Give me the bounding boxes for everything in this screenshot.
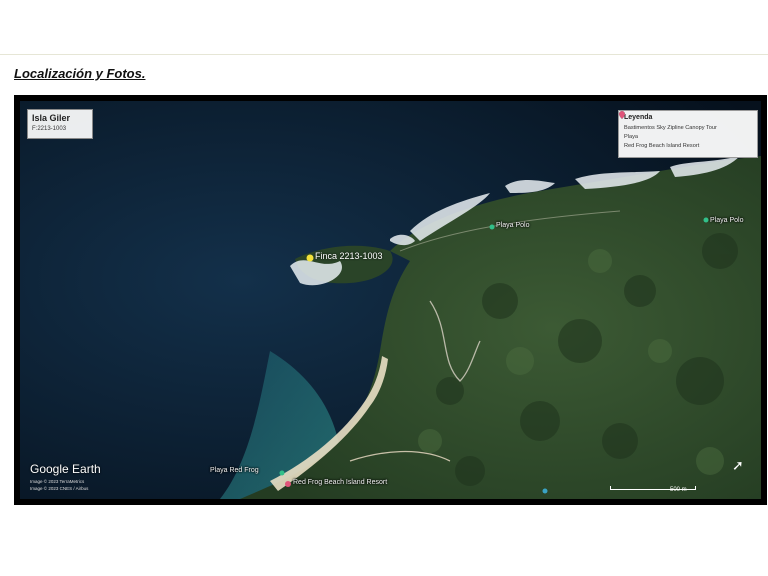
- finca-marker[interactable]: [306, 254, 314, 262]
- google-earth-logo: Google Earth: [30, 462, 101, 476]
- legend-item: Playa: [619, 111, 752, 141]
- scale-label: 500 m: [670, 487, 687, 493]
- legend-label: Bastimentos Sky Zipline Canopy Tour: [624, 124, 717, 131]
- playa-polo-marker-1[interactable]: [489, 224, 495, 230]
- legend-label: Playa: [624, 133, 638, 140]
- header-divider: [0, 54, 768, 55]
- satellite-map[interactable]: Isla Giler F:2213-1003 Leyenda Bastiment…: [20, 101, 761, 499]
- playa-polo-label-1: Playa Polo: [496, 222, 530, 229]
- finca-label: Finca 2213-1003: [315, 251, 383, 261]
- playa-polo-marker-2[interactable]: [703, 217, 709, 223]
- legend-label: Red Frog Beach Island Resort: [624, 142, 700, 149]
- resort-marker[interactable]: [285, 481, 291, 487]
- zipline-marker[interactable]: [542, 488, 548, 494]
- playa-polo-label-2: Playa Polo: [710, 217, 744, 224]
- resort-label: Red Frog Beach Island Resort: [293, 479, 388, 486]
- legend-item: Bastimentos Sky Zipline Canopy Tour: [619, 111, 752, 132]
- map-frame: Isla Giler F:2213-1003 Leyenda Bastiment…: [14, 95, 767, 505]
- legend-title: Leyenda: [624, 114, 653, 121]
- section-heading: Localización y Fotos.: [14, 66, 146, 81]
- satellite-imagery: [20, 101, 761, 499]
- map-legend: Leyenda Bastimentos Sky Zipline Canopy T…: [618, 110, 758, 158]
- map-title: Isla Giler: [32, 113, 71, 123]
- playa-red-frog-label: Playa Red Frog: [210, 467, 259, 474]
- parcel-id: F:2213-1003: [32, 126, 67, 132]
- north-arrow-icon[interactable]: ➚: [732, 457, 744, 474]
- map-title-box: Isla Giler F:2213-1003: [27, 109, 93, 139]
- legend-item: Red Frog Beach Island Resort: [619, 111, 752, 150]
- attribution-line: Image © 2023 CNES / Airbus: [30, 486, 89, 491]
- attribution-line: Image © 2023 TerraMetrics: [30, 479, 85, 484]
- map-pin-icon: [619, 111, 625, 119]
- playa-red-frog-marker[interactable]: [279, 470, 285, 476]
